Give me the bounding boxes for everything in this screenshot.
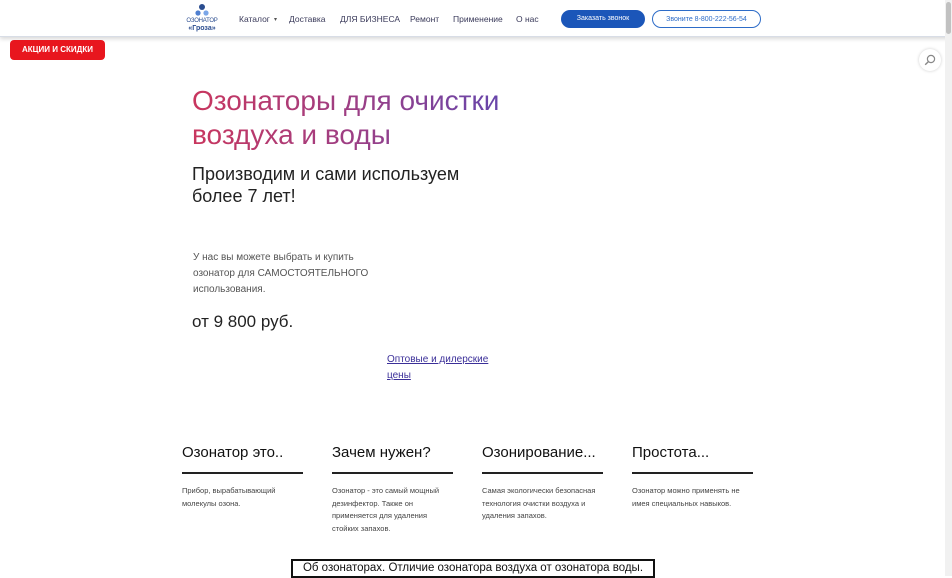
feature-title: Озонатор это.. <box>182 444 284 461</box>
feature-divider <box>482 472 603 474</box>
feature-text: Озонатор - это самый мощный дезинфектор.… <box>332 486 440 533</box>
feature-divider <box>182 472 303 474</box>
feature-title: Озонирование... <box>482 444 596 461</box>
ozone-molecule-icon <box>195 4 209 16</box>
hero-subtitle: Производим и сами используем более 7 лет… <box>192 164 460 206</box>
feature-simplicity: Простота... Озонатор можно применять не … <box>632 443 753 510</box>
feature-text: Самая экологически безопасная технология… <box>482 486 596 520</box>
logo-text-brand: «Гроза» <box>188 25 216 32</box>
promo-button[interactable]: АКЦИИ И СКИДКИ <box>10 40 105 60</box>
chevron-down-icon[interactable]: ▾ <box>274 0 277 36</box>
nav-catalog[interactable]: Каталог <box>239 0 270 36</box>
search-button[interactable] <box>919 49 941 71</box>
nav-delivery[interactable]: Доставка <box>289 0 326 36</box>
hero-description: У нас вы можете выбрать и купить озонато… <box>193 252 369 295</box>
request-call-button[interactable]: Заказать звонок <box>561 10 645 28</box>
nav-usage[interactable]: Применение <box>453 0 503 36</box>
scrollbar-track[interactable] <box>945 0 952 576</box>
feature-title: Простота... <box>632 444 710 461</box>
logo-text-top: ОЗОНАТОР <box>186 18 218 24</box>
about-ozonators-heading: Об озонаторах. Отличие озонатора воздуха… <box>291 559 655 578</box>
feature-ozonation: Озонирование... Самая экологически безоп… <box>482 443 603 523</box>
feature-what-is: Озонатор это.. Прибор, вырабатывающий мо… <box>182 443 303 510</box>
feature-text: Озонатор можно применять не имея специал… <box>632 486 740 508</box>
feature-text: Прибор, вырабатывающий молекулы озона. <box>182 486 276 508</box>
feature-title: Зачем нужен? <box>332 444 431 461</box>
site-header: ОЗОНАТОР «Гроза» Каталог ▾ Доставка ДЛЯ … <box>0 0 952 37</box>
wholesale-prices-link[interactable]: Оптовые и дилерские цены <box>387 352 502 384</box>
magnifier-icon <box>924 54 936 66</box>
site-logo[interactable]: ОЗОНАТОР «Гроза» <box>184 3 220 33</box>
hero-price: от 9 800 руб. <box>192 312 294 331</box>
feature-divider <box>632 472 753 474</box>
nav-business[interactable]: ДЛЯ БИЗНЕСА <box>340 0 400 36</box>
feature-divider <box>332 472 453 474</box>
page-title: Озонаторы для очистки воздуха и воды <box>192 84 532 152</box>
nav-about[interactable]: О нас <box>516 0 539 36</box>
scrollbar-thumb[interactable] <box>946 2 951 34</box>
feature-why-needed: Зачем нужен? Озонатор - это самый мощный… <box>332 443 453 535</box>
phone-button[interactable]: Звоните 8-800-222-56-54 <box>652 10 761 28</box>
nav-repair[interactable]: Ремонт <box>410 0 439 36</box>
